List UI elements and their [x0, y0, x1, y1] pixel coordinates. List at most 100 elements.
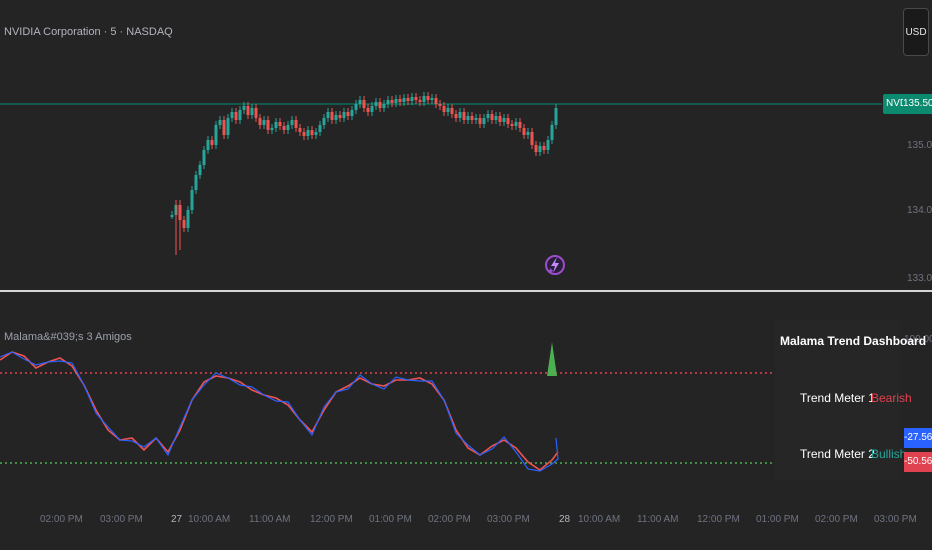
candle-body [478, 118, 482, 124]
time-axis-label: 03:00 PM [874, 514, 917, 525]
candle-body [190, 190, 194, 210]
candle-body [286, 125, 290, 130]
candle-body [366, 108, 370, 112]
candle-body [194, 175, 198, 190]
chart-canvas[interactable]: ✦ [0, 0, 932, 550]
candle-body [362, 100, 366, 108]
candle-body [454, 114, 458, 118]
candle-body [258, 118, 262, 125]
candle-body [498, 116, 502, 122]
candle-body [270, 128, 274, 130]
svg-text:✦: ✦ [547, 266, 555, 276]
candle-body [210, 140, 214, 145]
candle-body [526, 132, 530, 135]
time-axis-label: 10:00 AM [578, 514, 621, 525]
candle-body [274, 122, 278, 128]
time-axis-label: 11:00 AM [637, 514, 679, 525]
candle-body [306, 130, 310, 136]
time-axis-label: 03:00 PM [100, 514, 143, 525]
trend-meter-2-label: Trend Meter 2 [800, 447, 875, 461]
candle-body [206, 140, 210, 150]
candle-body [278, 122, 282, 126]
candle-body [338, 115, 342, 118]
candle-body [506, 118, 510, 124]
candle-body [474, 118, 478, 120]
candle-body [490, 114, 494, 120]
candle-body [522, 128, 526, 135]
candle-body [262, 120, 266, 125]
candle-body [414, 97, 418, 100]
candle-body [322, 118, 326, 125]
time-axis-label: 12:00 PM [697, 514, 740, 525]
candle-body [354, 104, 358, 110]
trend-meter-1-label: Trend Meter 1 [800, 391, 875, 405]
lightning-bolt-icon[interactable]: ✦ [545, 255, 565, 276]
candle-body [290, 120, 294, 125]
candle-body [542, 146, 546, 150]
indicator-title[interactable]: Malama&#039;s 3 Amigos [4, 331, 132, 343]
candle-body [346, 112, 350, 116]
candle-body [242, 106, 246, 110]
candle-body [418, 100, 422, 102]
candle-body [382, 104, 386, 108]
candle-body [266, 120, 270, 130]
pane-separator[interactable] [0, 290, 932, 292]
candle-body [398, 99, 402, 102]
candle-body [458, 112, 462, 118]
candle-body [434, 98, 438, 104]
candle-body [342, 112, 346, 118]
candle-body [462, 112, 466, 120]
candle-body [518, 122, 522, 128]
candle-body [438, 104, 442, 106]
candle-body [230, 112, 234, 118]
candle-body [510, 124, 514, 126]
candlestick-series [170, 92, 558, 255]
candle-body [482, 118, 486, 124]
candle-body [502, 118, 506, 122]
candle-body [294, 120, 298, 128]
trend-meter-1-value: Bearish [871, 391, 912, 405]
candle-body [422, 96, 426, 102]
candle-body [410, 97, 414, 101]
candle-body [370, 106, 374, 112]
red-oscillator-line [0, 351, 559, 471]
candle-body [246, 106, 250, 115]
candle-body [466, 116, 470, 120]
candle-body [390, 100, 394, 103]
candle-body [426, 96, 430, 100]
candle-body [394, 99, 398, 103]
red-value-badge: -50.56 [904, 452, 932, 472]
candle-body [486, 114, 490, 118]
blue-value-badge: -27.56 [904, 428, 932, 448]
price-axis-label: 134.00 [907, 205, 932, 216]
candle-body [298, 128, 302, 132]
candle-body [350, 110, 354, 116]
blue-oscillator-line [0, 351, 559, 472]
time-axis-label: 11:00 AM [249, 514, 291, 525]
candle-body [430, 98, 434, 100]
dashboard-title: Malama Trend Dashboard [780, 334, 927, 348]
candle-body [302, 132, 306, 136]
candle-body [378, 102, 382, 108]
candle-body [214, 125, 218, 145]
candle-body [406, 98, 410, 101]
candle-body [358, 100, 362, 104]
candle-body [446, 108, 450, 112]
candle-body [514, 122, 518, 126]
candle-body [198, 165, 202, 175]
price-axis-label: 135.00 [907, 140, 932, 151]
candle-body [250, 108, 254, 115]
candle-body [554, 108, 558, 125]
candle-body [330, 112, 334, 120]
time-axis-label: 12:00 PM [310, 514, 353, 525]
time-axis-label: 02:00 PM [40, 514, 83, 525]
candle-body [314, 132, 318, 135]
candle-body [170, 215, 174, 217]
candle-body [530, 132, 534, 145]
candle-body [282, 126, 286, 130]
time-axis-label: 01:00 PM [369, 514, 412, 525]
candle-body [470, 116, 474, 120]
candle-body [374, 102, 378, 106]
candle-body [534, 145, 538, 152]
candle-body [186, 210, 190, 228]
